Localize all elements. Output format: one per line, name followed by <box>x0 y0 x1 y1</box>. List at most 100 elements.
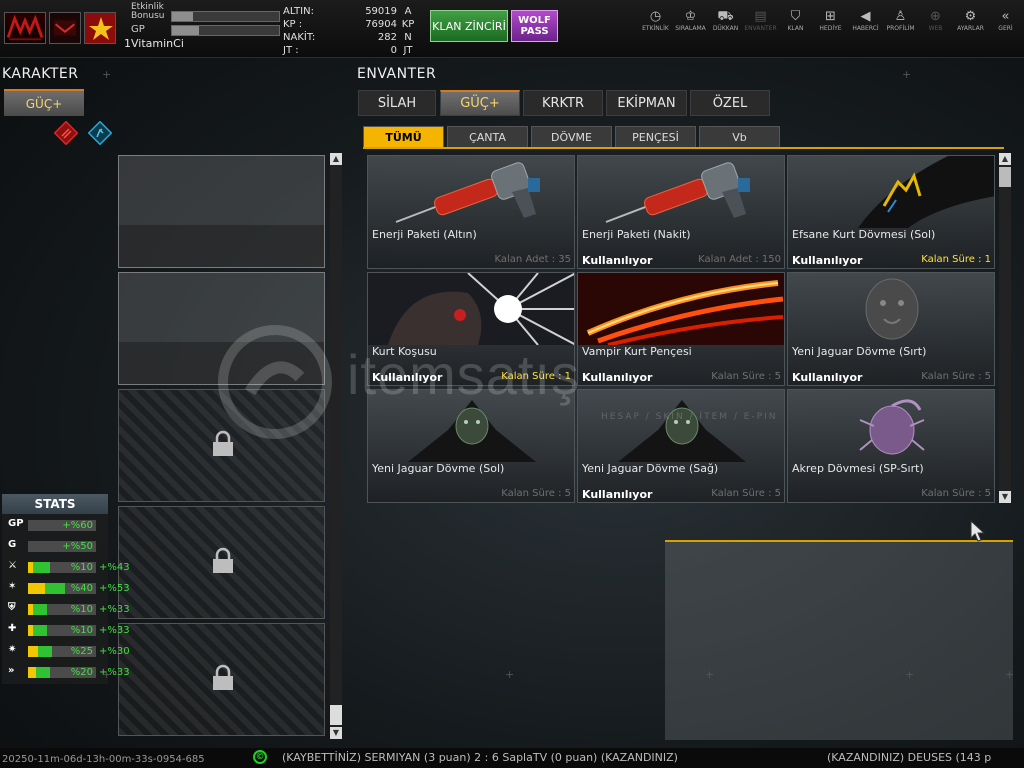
stat-bonus: +%43 <box>99 561 130 573</box>
decor-plus: + <box>905 668 915 681</box>
lock-icon <box>213 664 233 690</box>
nav-label: GERİ <box>998 25 1013 32</box>
gp-icon: GP <box>8 518 24 529</box>
decor-plus: + <box>902 68 912 81</box>
tab-güç+[interactable]: GÜÇ+ <box>440 90 520 116</box>
character-title: KARAKTER <box>2 66 79 82</box>
globe-icon: ⊕ <box>930 9 941 24</box>
item-remaining: Kalan Süre : 1 <box>921 254 991 265</box>
inventory-item[interactable]: Enerji Paketi (Nakit) Kullanılıyor Kalan A… <box>577 155 785 269</box>
nav-profile[interactable]: ♙ PROFİLİM <box>883 8 918 32</box>
subtab-dövme[interactable]: DÖVME <box>531 126 612 148</box>
item-image <box>368 156 574 228</box>
stat-value: +%60 <box>62 519 93 531</box>
inventory-item[interactable]: Efsane Kurt Dövmesi (Sol) Kullanılıyor Kal… <box>787 155 995 269</box>
subtab-pençesi̇[interactable]: PENÇESİ <box>615 126 696 148</box>
scroll-down-icon[interactable]: ▼ <box>999 491 1011 503</box>
human-form-icon[interactable] <box>88 121 112 145</box>
coin-icon: © <box>253 750 267 764</box>
gear-icon: ⚙ <box>964 9 977 24</box>
currency-cash: NAKİT: 282 N <box>283 32 412 43</box>
stat-bar: %10 <box>28 561 96 573</box>
stat-value: %40 <box>70 582 93 594</box>
nav-label: ENVANTER <box>744 25 777 32</box>
health-stat-icon: ✚ <box>8 623 17 634</box>
locked-slot <box>118 506 325 619</box>
inventory-item[interactable]: Yeni Jaguar Dövme (Sırt) Kullanılıyor Kala… <box>787 272 995 386</box>
scroll-down-icon[interactable]: ▼ <box>330 727 342 739</box>
nav-back[interactable]: «GERİ <box>988 8 1023 32</box>
item-name: Efsane Kurt Dövmesi (Sol) <box>792 228 936 241</box>
nav-label: DÜKKAN <box>712 25 739 32</box>
skill-stat-icon: ✷ <box>8 644 17 655</box>
item-status: Kullanılıyor <box>792 254 863 267</box>
scroll-up-icon[interactable]: ▲ <box>999 153 1011 165</box>
item-remaining: Kalan Adet : 150 <box>698 254 781 265</box>
stopwatch-icon: ◷ <box>649 9 662 24</box>
gp-bar <box>171 25 280 36</box>
session-code: 20250-11m-06d-13h-00m-33s-0954-685 <box>2 754 205 765</box>
scroll-thumb[interactable] <box>999 167 1011 187</box>
back-icon: « <box>1001 9 1010 24</box>
item-remaining: Kalan Süre : 5 <box>501 488 571 499</box>
nav-medal[interactable]: ♔ SIRALAMA <box>673 8 708 32</box>
locked-slot <box>118 623 325 736</box>
clan-chain-button[interactable]: KLAN ZİNCİRİ <box>430 10 508 42</box>
inventory-title: ENVANTER <box>357 66 437 82</box>
power-slot[interactable] <box>118 155 325 268</box>
nav-label: WEB <box>928 25 943 32</box>
stat-row: ✶ %40 +%53 <box>8 581 130 595</box>
stats-title: STATS <box>2 494 108 514</box>
nav-megaphone[interactable]: ◀ HABERCİ <box>848 8 883 32</box>
item-name: Yeni Jaguar Dövme (Sol) <box>372 462 505 475</box>
item-scrollbar[interactable]: ▲ ▼ <box>999 153 1011 503</box>
nav-inventory: ▤ ENVANTER <box>743 8 778 32</box>
g-icon: G <box>8 539 17 550</box>
inventory-item[interactable]: Enerji Paketi (Altın) Kalan Adet : 35 <box>367 155 575 269</box>
inventory-item[interactable]: Akrep Dövmesi (SP-Sırt) Kalan Süre : 5 <box>787 389 995 503</box>
clan-emblem[interactable] <box>49 12 81 44</box>
item-remaining: Kalan Süre : 5 <box>921 488 991 499</box>
subtab-underline <box>363 147 1004 149</box>
wolf-pass-button[interactable]: WOLF PASS <box>511 10 558 42</box>
currency-jt: JT :0 JT <box>283 45 413 56</box>
subtab-çanta[interactable]: ÇANTA <box>447 126 528 148</box>
nav-cart[interactable]: ⛟ DÜKKAN <box>708 8 743 32</box>
gp-label: GP <box>131 24 145 35</box>
slot-scrollbar[interactable]: ▲ ▼ <box>330 153 342 739</box>
scroll-up-icon[interactable]: ▲ <box>330 153 342 165</box>
nav-label: PROFİLİM <box>886 25 915 32</box>
item-name: Yeni Jaguar Dövme (Sırt) <box>792 345 927 358</box>
character-tab-guc[interactable]: GÜÇ+ <box>4 89 84 116</box>
item-remaining: Kalan Süre : 5 <box>711 488 781 499</box>
watermark-logo-icon <box>218 325 332 439</box>
nav-globe: ⊕ WEB <box>918 8 953 32</box>
stat-bar: %25 <box>28 645 96 657</box>
stat-bar: +%60 <box>28 519 96 531</box>
nav-shield[interactable]: ⛉ KLAN <box>778 8 813 32</box>
nav-stopwatch[interactable]: ◷ ETKİNLİK <box>638 8 673 32</box>
decor-plus: + <box>102 68 112 81</box>
subtab-tümü[interactable]: TÜMÜ <box>363 126 444 148</box>
stat-value: %25 <box>70 645 93 657</box>
nav-gear[interactable]: ⚙ AYARLAR <box>953 8 988 32</box>
tab-krktr[interactable]: KRKTR <box>523 90 603 116</box>
item-image <box>788 390 994 462</box>
rank-star-icon <box>84 12 116 44</box>
currency-gold: ALTIN: 59019 A <box>283 6 412 17</box>
subtab-vb[interactable]: Vb <box>699 126 780 148</box>
stat-bar: +%50 <box>28 540 96 552</box>
tab-eki̇pman[interactable]: EKİPMAN <box>606 90 687 116</box>
watermark: itemsatış HESAP / SKIN / İTEM / E-PIN <box>215 322 805 442</box>
item-image <box>788 273 994 345</box>
nav-gift[interactable]: ⊞ HEDİYE <box>813 8 848 32</box>
nav-label: KLAN <box>787 25 804 32</box>
stat-row: ✷ %25 +%30 <box>8 644 130 658</box>
tab-özel[interactable]: ÖZEL <box>690 90 770 116</box>
wolf-form-icon[interactable] <box>54 121 78 145</box>
tab-si̇lah[interactable]: SİLAH <box>358 90 436 116</box>
decor-plus: + <box>1005 668 1015 681</box>
nav-label: ETKİNLİK <box>642 25 669 32</box>
item-name: Enerji Paketi (Altın) <box>372 228 477 241</box>
scroll-thumb[interactable] <box>330 705 342 725</box>
